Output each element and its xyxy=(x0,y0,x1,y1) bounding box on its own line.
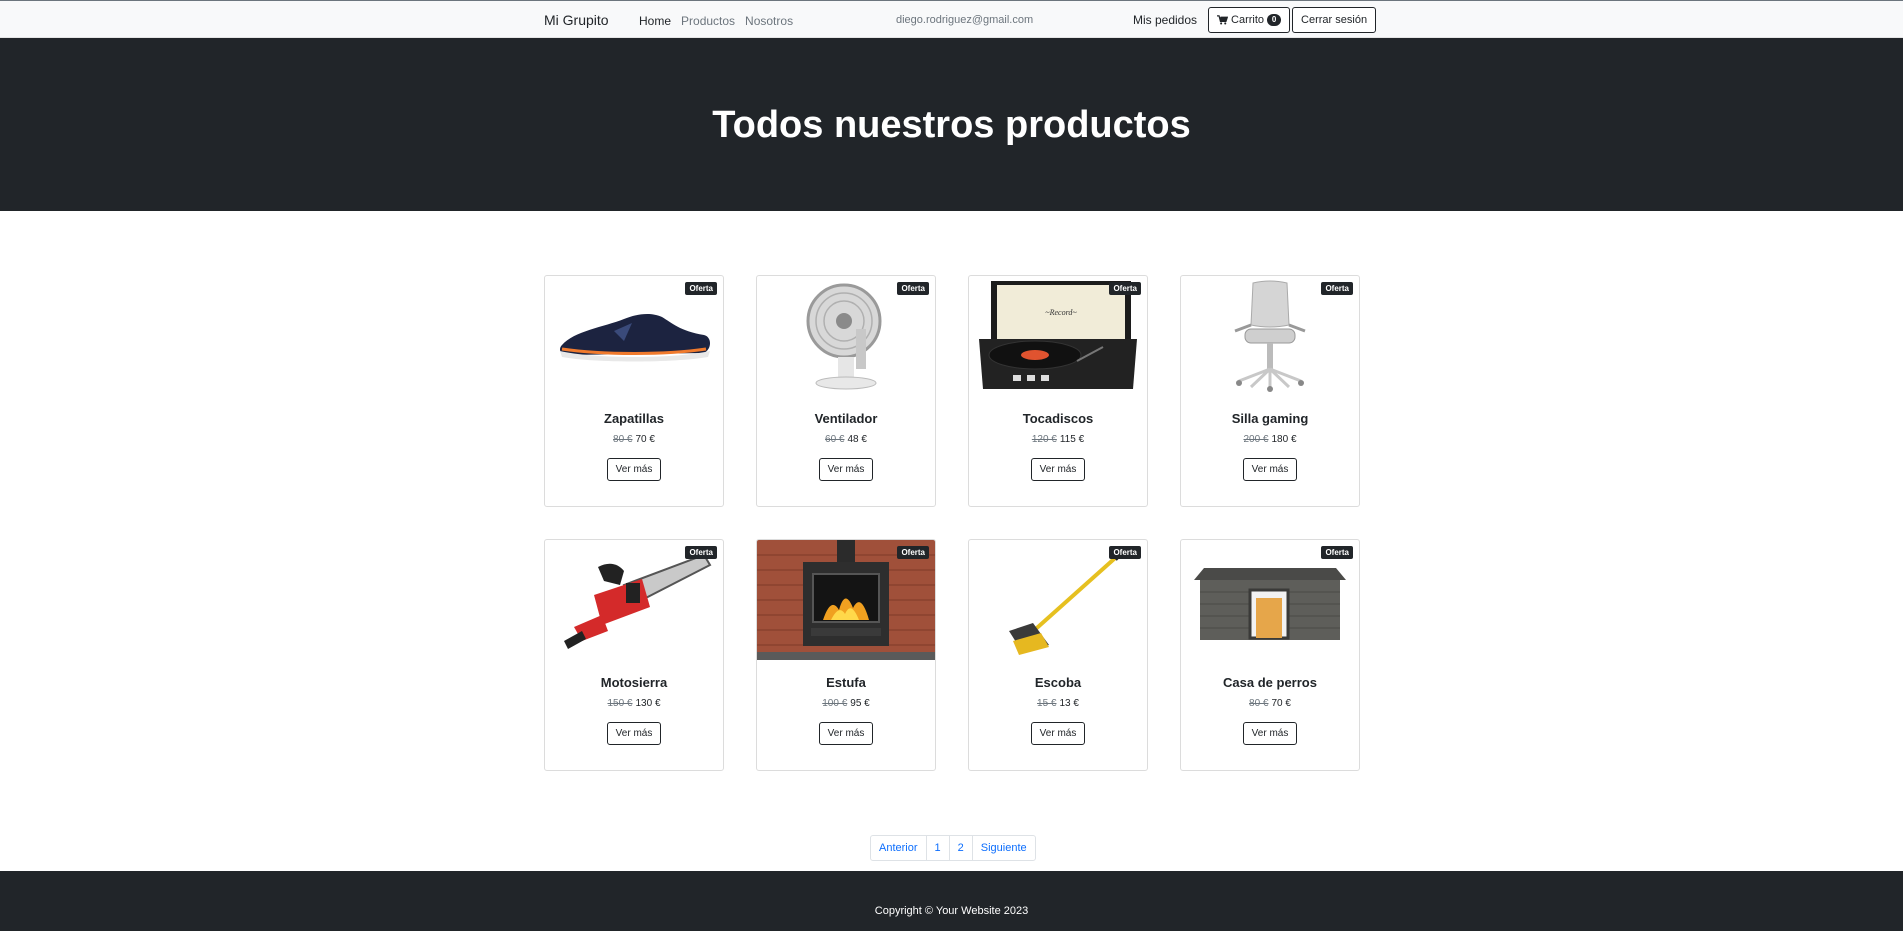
svg-text:~Record~: ~Record~ xyxy=(1045,308,1077,317)
view-more-button[interactable]: Ver más xyxy=(1030,458,1086,481)
old-price: 150 € xyxy=(607,698,633,709)
product-name: Ventilador xyxy=(814,411,878,426)
nav-nosotros[interactable]: Nosotros xyxy=(745,14,793,28)
product-name: Motosierra xyxy=(600,675,668,690)
product-price: 150 €130 € xyxy=(545,698,723,709)
brand-link[interactable]: Mi Grupito xyxy=(544,12,609,28)
product-price: 15 €13 € xyxy=(969,698,1147,709)
current-price: 70 € xyxy=(635,434,655,445)
old-price: 120 € xyxy=(1031,434,1057,445)
pagination-page-2[interactable]: 2 xyxy=(950,836,973,860)
user-email: diego.rodriguez@gmail.com xyxy=(896,14,1034,26)
product-card: Oferta Silla gaming 200 €180 € Ver más xyxy=(1180,275,1360,507)
navbar: Mi Grupito Home Productos Nosotros diego… xyxy=(0,0,1903,38)
old-price: 100 € xyxy=(822,698,848,709)
view-more-button[interactable]: Ver más xyxy=(606,722,662,745)
old-price: 15 € xyxy=(1037,698,1057,709)
sale-badge: Oferta xyxy=(1321,282,1353,295)
product-card: Oferta Motosierra 150 €130 € Ver más xyxy=(544,539,724,771)
logout-button[interactable]: Cerrar sesión xyxy=(1292,7,1377,33)
product-card: Oferta Estufa 100 €95 € Ver más xyxy=(756,539,936,771)
hero-header: Todos nuestros productos xyxy=(0,38,1903,211)
pagination: Anterior 1 2 Siguiente xyxy=(870,835,1036,861)
product-grid: Oferta Zapatillas 80 €70 € Ver más Ofert… xyxy=(544,275,1360,771)
pagination-previous[interactable]: Anterior xyxy=(871,836,927,860)
product-name: Tocadiscos xyxy=(1022,411,1094,426)
product-price: 80 €70 € xyxy=(1181,698,1359,709)
copyright-text: Copyright © Your Website 2023 xyxy=(874,905,1029,917)
view-more-button[interactable]: Ver más xyxy=(1242,722,1298,745)
current-price: 95 € xyxy=(850,698,870,709)
current-price: 13 € xyxy=(1059,698,1079,709)
old-price: 60 € xyxy=(825,434,845,445)
product-name: Silla gaming xyxy=(1231,411,1309,426)
view-more-button[interactable]: Ver más xyxy=(1242,458,1298,481)
old-price: 80 € xyxy=(613,434,633,445)
product-price: 120 €115 € xyxy=(969,434,1147,445)
sale-badge: Oferta xyxy=(897,282,929,295)
current-price: 70 € xyxy=(1271,698,1291,709)
orders-link[interactable]: Mis pedidos xyxy=(1133,13,1197,27)
view-more-button[interactable]: Ver más xyxy=(818,458,874,481)
product-name: Casa de perros xyxy=(1223,675,1317,690)
cart-count-badge: 0 xyxy=(1267,14,1282,26)
sale-badge: Oferta xyxy=(1109,546,1141,559)
product-name: Estufa xyxy=(826,675,866,690)
page-title: Todos nuestros productos xyxy=(712,104,1191,146)
sale-badge: Oferta xyxy=(1321,546,1353,559)
product-card: Oferta Escoba 15 €13 € Ver más xyxy=(968,539,1148,771)
old-price: 80 € xyxy=(1249,698,1269,709)
nav-actions: Mis pedidos Carrito 0 Cerrar sesión xyxy=(1133,7,1377,33)
pagination-next[interactable]: Siguiente xyxy=(973,836,1035,860)
current-price: 130 € xyxy=(635,698,661,709)
nav-home[interactable]: Home xyxy=(639,14,671,28)
product-name: Escoba xyxy=(1034,675,1082,690)
sale-badge: Oferta xyxy=(685,546,717,559)
view-more-button[interactable]: Ver más xyxy=(818,722,874,745)
old-price: 200 € xyxy=(1243,434,1269,445)
product-price: 80 €70 € xyxy=(545,434,723,445)
current-price: 115 € xyxy=(1059,434,1085,445)
product-price: 200 €180 € xyxy=(1181,434,1359,445)
nav-productos[interactable]: Productos xyxy=(681,14,735,28)
view-more-button[interactable]: Ver más xyxy=(1030,722,1086,745)
product-price: 100 €95 € xyxy=(757,698,935,709)
footer: Copyright © Your Website 2023 xyxy=(0,871,1903,931)
product-card: Oferta Ventilador 60 €48 € Ver más xyxy=(756,275,936,507)
product-card: Oferta Casa de perros 80 €70 € Ver más xyxy=(1180,539,1360,771)
sale-badge: Oferta xyxy=(897,546,929,559)
product-price: 60 €48 € xyxy=(757,434,935,445)
view-more-button[interactable]: Ver más xyxy=(606,458,662,481)
current-price: 180 € xyxy=(1271,434,1297,445)
product-card: Oferta ~Record~ Tocadiscos 120 €115 € Ve… xyxy=(968,275,1148,507)
product-name: Zapatillas xyxy=(604,411,664,426)
nav-links: Home Productos Nosotros xyxy=(639,14,793,28)
pagination-page-1[interactable]: 1 xyxy=(927,836,950,860)
cart-button[interactable]: Carrito 0 xyxy=(1208,7,1291,33)
sale-badge: Oferta xyxy=(1109,282,1141,295)
cart-label: Carrito xyxy=(1231,14,1265,26)
sale-badge: Oferta xyxy=(685,282,717,295)
current-price: 48 € xyxy=(847,434,867,445)
cart-icon xyxy=(1217,15,1229,25)
product-card: Oferta Zapatillas 80 €70 € Ver más xyxy=(544,275,724,507)
